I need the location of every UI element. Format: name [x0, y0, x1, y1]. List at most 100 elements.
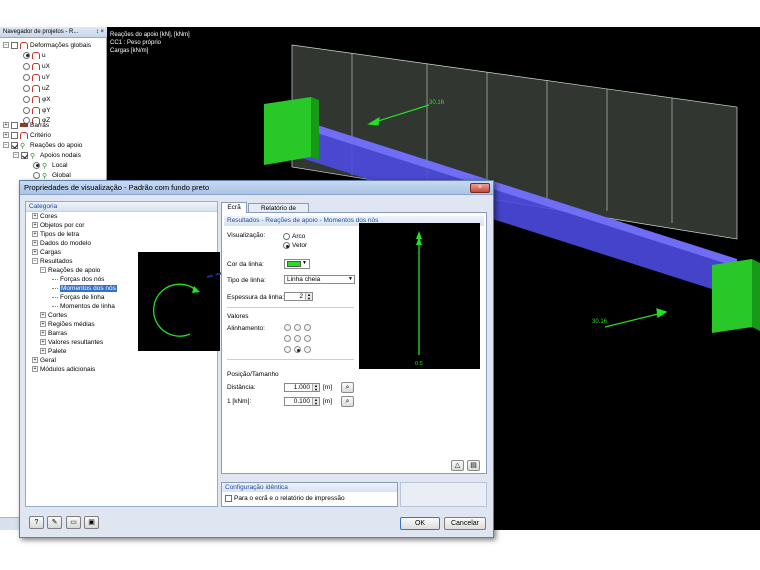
- visualization-option-vector[interactable]: Vetor: [283, 242, 307, 249]
- spin-arrows-icon[interactable]: ▲ ▼: [305, 293, 312, 300]
- tree-item-bars[interactable]: + Barras: [3, 121, 49, 131]
- category-item-colors[interactable]: + Cores: [32, 212, 57, 221]
- expand-icon[interactable]: +: [32, 357, 38, 364]
- alignment-radio-middle-left[interactable]: [284, 335, 291, 342]
- alignment-radio-top-center[interactable]: [294, 324, 301, 331]
- tree-item-uz[interactable]: uZ: [23, 84, 50, 94]
- edit-button[interactable]: ✎: [47, 516, 62, 529]
- tree-item-ux[interactable]: uX: [23, 62, 50, 72]
- line-type-select[interactable]: Linha cheia ▼: [284, 275, 355, 284]
- checkbox[interactable]: [21, 151, 28, 159]
- radio[interactable]: [23, 95, 30, 103]
- expand-icon[interactable]: +: [32, 249, 38, 256]
- radio[interactable]: [23, 106, 30, 114]
- tab-screen[interactable]: Ecrã: [221, 202, 247, 213]
- category-item-support-reactions[interactable]: − Reações de apoio: [40, 266, 100, 275]
- pick-distance-button[interactable]: ⌕: [341, 382, 354, 393]
- deformation-icon: [32, 73, 40, 81]
- alignment-radio-middle-center[interactable]: [294, 335, 301, 342]
- radio[interactable]: [283, 242, 290, 249]
- vector-preview: 0.5: [359, 223, 480, 369]
- radio[interactable]: [283, 233, 290, 240]
- expand-icon[interactable]: +: [32, 231, 38, 238]
- visualization-option-arc[interactable]: Arco: [283, 233, 305, 240]
- checkbox[interactable]: [11, 41, 18, 49]
- load-button[interactable]: ▭: [66, 516, 81, 529]
- alignment-radio-bottom-right[interactable]: [304, 346, 311, 353]
- tree-item-support-reactions[interactable]: − ⚲ Reações do apoio: [3, 141, 82, 151]
- tree-item-criterion[interactable]: + Critério: [3, 131, 51, 141]
- tree-item-nodal-supports[interactable]: − ⚲ Apoios nodais: [13, 151, 81, 161]
- expand-icon[interactable]: +: [40, 312, 46, 319]
- expand-icon[interactable]: +: [32, 222, 38, 229]
- collapse-icon[interactable]: −: [3, 42, 9, 49]
- expand-icon[interactable]: +: [32, 213, 38, 220]
- category-item-bars[interactable]: + Barras: [40, 329, 67, 338]
- identical-config-checkbox[interactable]: Para o ecrã e o relatório de impressão: [225, 495, 345, 502]
- category-item-nodal-moments[interactable]: Momentos dos nós: [52, 284, 117, 293]
- category-item-model-data[interactable]: + Dados do modelo: [32, 239, 91, 248]
- tree-item-phix[interactable]: φX: [23, 95, 51, 105]
- collapse-icon[interactable]: −: [40, 267, 46, 274]
- checkbox[interactable]: [11, 141, 18, 149]
- expand-icon[interactable]: +: [40, 330, 46, 337]
- radio[interactable]: [23, 73, 30, 81]
- tree-item-local[interactable]: ⚲ Local: [33, 161, 68, 171]
- category-item-general[interactable]: + Geral: [32, 356, 56, 365]
- tree-item-phiy[interactable]: φY: [23, 106, 51, 116]
- cancel-button[interactable]: Cancelar: [444, 517, 486, 530]
- export-settings-button[interactable]: ▤: [467, 460, 480, 471]
- alignment-radio-bottom-left[interactable]: [284, 346, 291, 353]
- category-item-average-regions[interactable]: + Regiões médias: [40, 320, 95, 329]
- category-item-sections[interactable]: + Cortes: [40, 311, 67, 320]
- spin-arrows-icon[interactable]: ▲ ▼: [312, 384, 319, 391]
- category-item-fonts[interactable]: + Tipos de letra: [32, 230, 79, 239]
- checkbox[interactable]: [11, 121, 18, 129]
- ok-button[interactable]: OK: [400, 517, 440, 530]
- pick-scale-button[interactable]: ⌕: [341, 396, 354, 407]
- category-item-resultant-values[interactable]: + Valores resultantes: [40, 338, 103, 347]
- expand-icon[interactable]: +: [40, 321, 46, 328]
- category-item-nodal-forces[interactable]: Forças dos nós: [52, 275, 104, 284]
- default-settings-button[interactable]: △: [451, 460, 464, 471]
- radio[interactable]: [23, 62, 30, 70]
- scale-stepper[interactable]: 0.100 ▲ ▼: [284, 397, 320, 406]
- expand-icon[interactable]: +: [32, 366, 38, 373]
- tree-item-u[interactable]: u: [23, 51, 46, 61]
- category-item-results[interactable]: − Resultados: [32, 257, 73, 266]
- radio[interactable]: [23, 51, 30, 59]
- spin-arrows-icon[interactable]: ▲ ▼: [312, 398, 319, 405]
- category-item-palette[interactable]: + Palete: [40, 347, 66, 356]
- save-button[interactable]: ▣: [84, 516, 99, 529]
- category-item-objects-by-color[interactable]: + Objetos por cor: [32, 221, 84, 230]
- line-color-picker[interactable]: ▼: [284, 259, 310, 269]
- radio[interactable]: [23, 84, 30, 92]
- tree-item-uy[interactable]: uY: [23, 73, 50, 83]
- distance-stepper[interactable]: 1.000 ▲ ▼: [284, 383, 320, 392]
- expand-icon[interactable]: +: [40, 339, 46, 346]
- category-item-line-forces[interactable]: Forças de linha: [52, 293, 104, 302]
- line-thickness-stepper[interactable]: 2 ▲ ▼: [284, 292, 313, 301]
- alignment-radio-top-right[interactable]: [304, 324, 311, 331]
- alignment-radio-bottom-center[interactable]: [294, 346, 301, 353]
- category-item-loads[interactable]: + Cargas: [32, 248, 61, 257]
- alignment-radio-top-left[interactable]: [284, 324, 291, 331]
- category-item-line-moments[interactable]: Momentos de linha: [52, 302, 115, 311]
- navigator-window-controls[interactable]: ↕ ×: [96, 27, 104, 37]
- expand-icon[interactable]: +: [32, 240, 38, 247]
- tree-item-global-deformations[interactable]: − Deformações globais: [3, 41, 91, 51]
- collapse-icon[interactable]: −: [13, 152, 19, 159]
- radio[interactable]: [33, 161, 40, 169]
- expand-icon[interactable]: +: [3, 132, 9, 139]
- collapse-icon[interactable]: −: [3, 142, 9, 149]
- alignment-radio-middle-right[interactable]: [304, 335, 311, 342]
- radio[interactable]: [33, 171, 40, 179]
- help-button[interactable]: ?: [29, 516, 44, 529]
- collapse-icon[interactable]: −: [32, 258, 38, 265]
- checkbox[interactable]: [225, 495, 232, 502]
- expand-icon[interactable]: +: [3, 122, 9, 129]
- close-button[interactable]: ×: [470, 183, 490, 193]
- category-item-addon-modules[interactable]: + Módulos adicionais: [32, 365, 95, 374]
- expand-icon[interactable]: +: [40, 348, 46, 355]
- checkbox[interactable]: [11, 131, 18, 139]
